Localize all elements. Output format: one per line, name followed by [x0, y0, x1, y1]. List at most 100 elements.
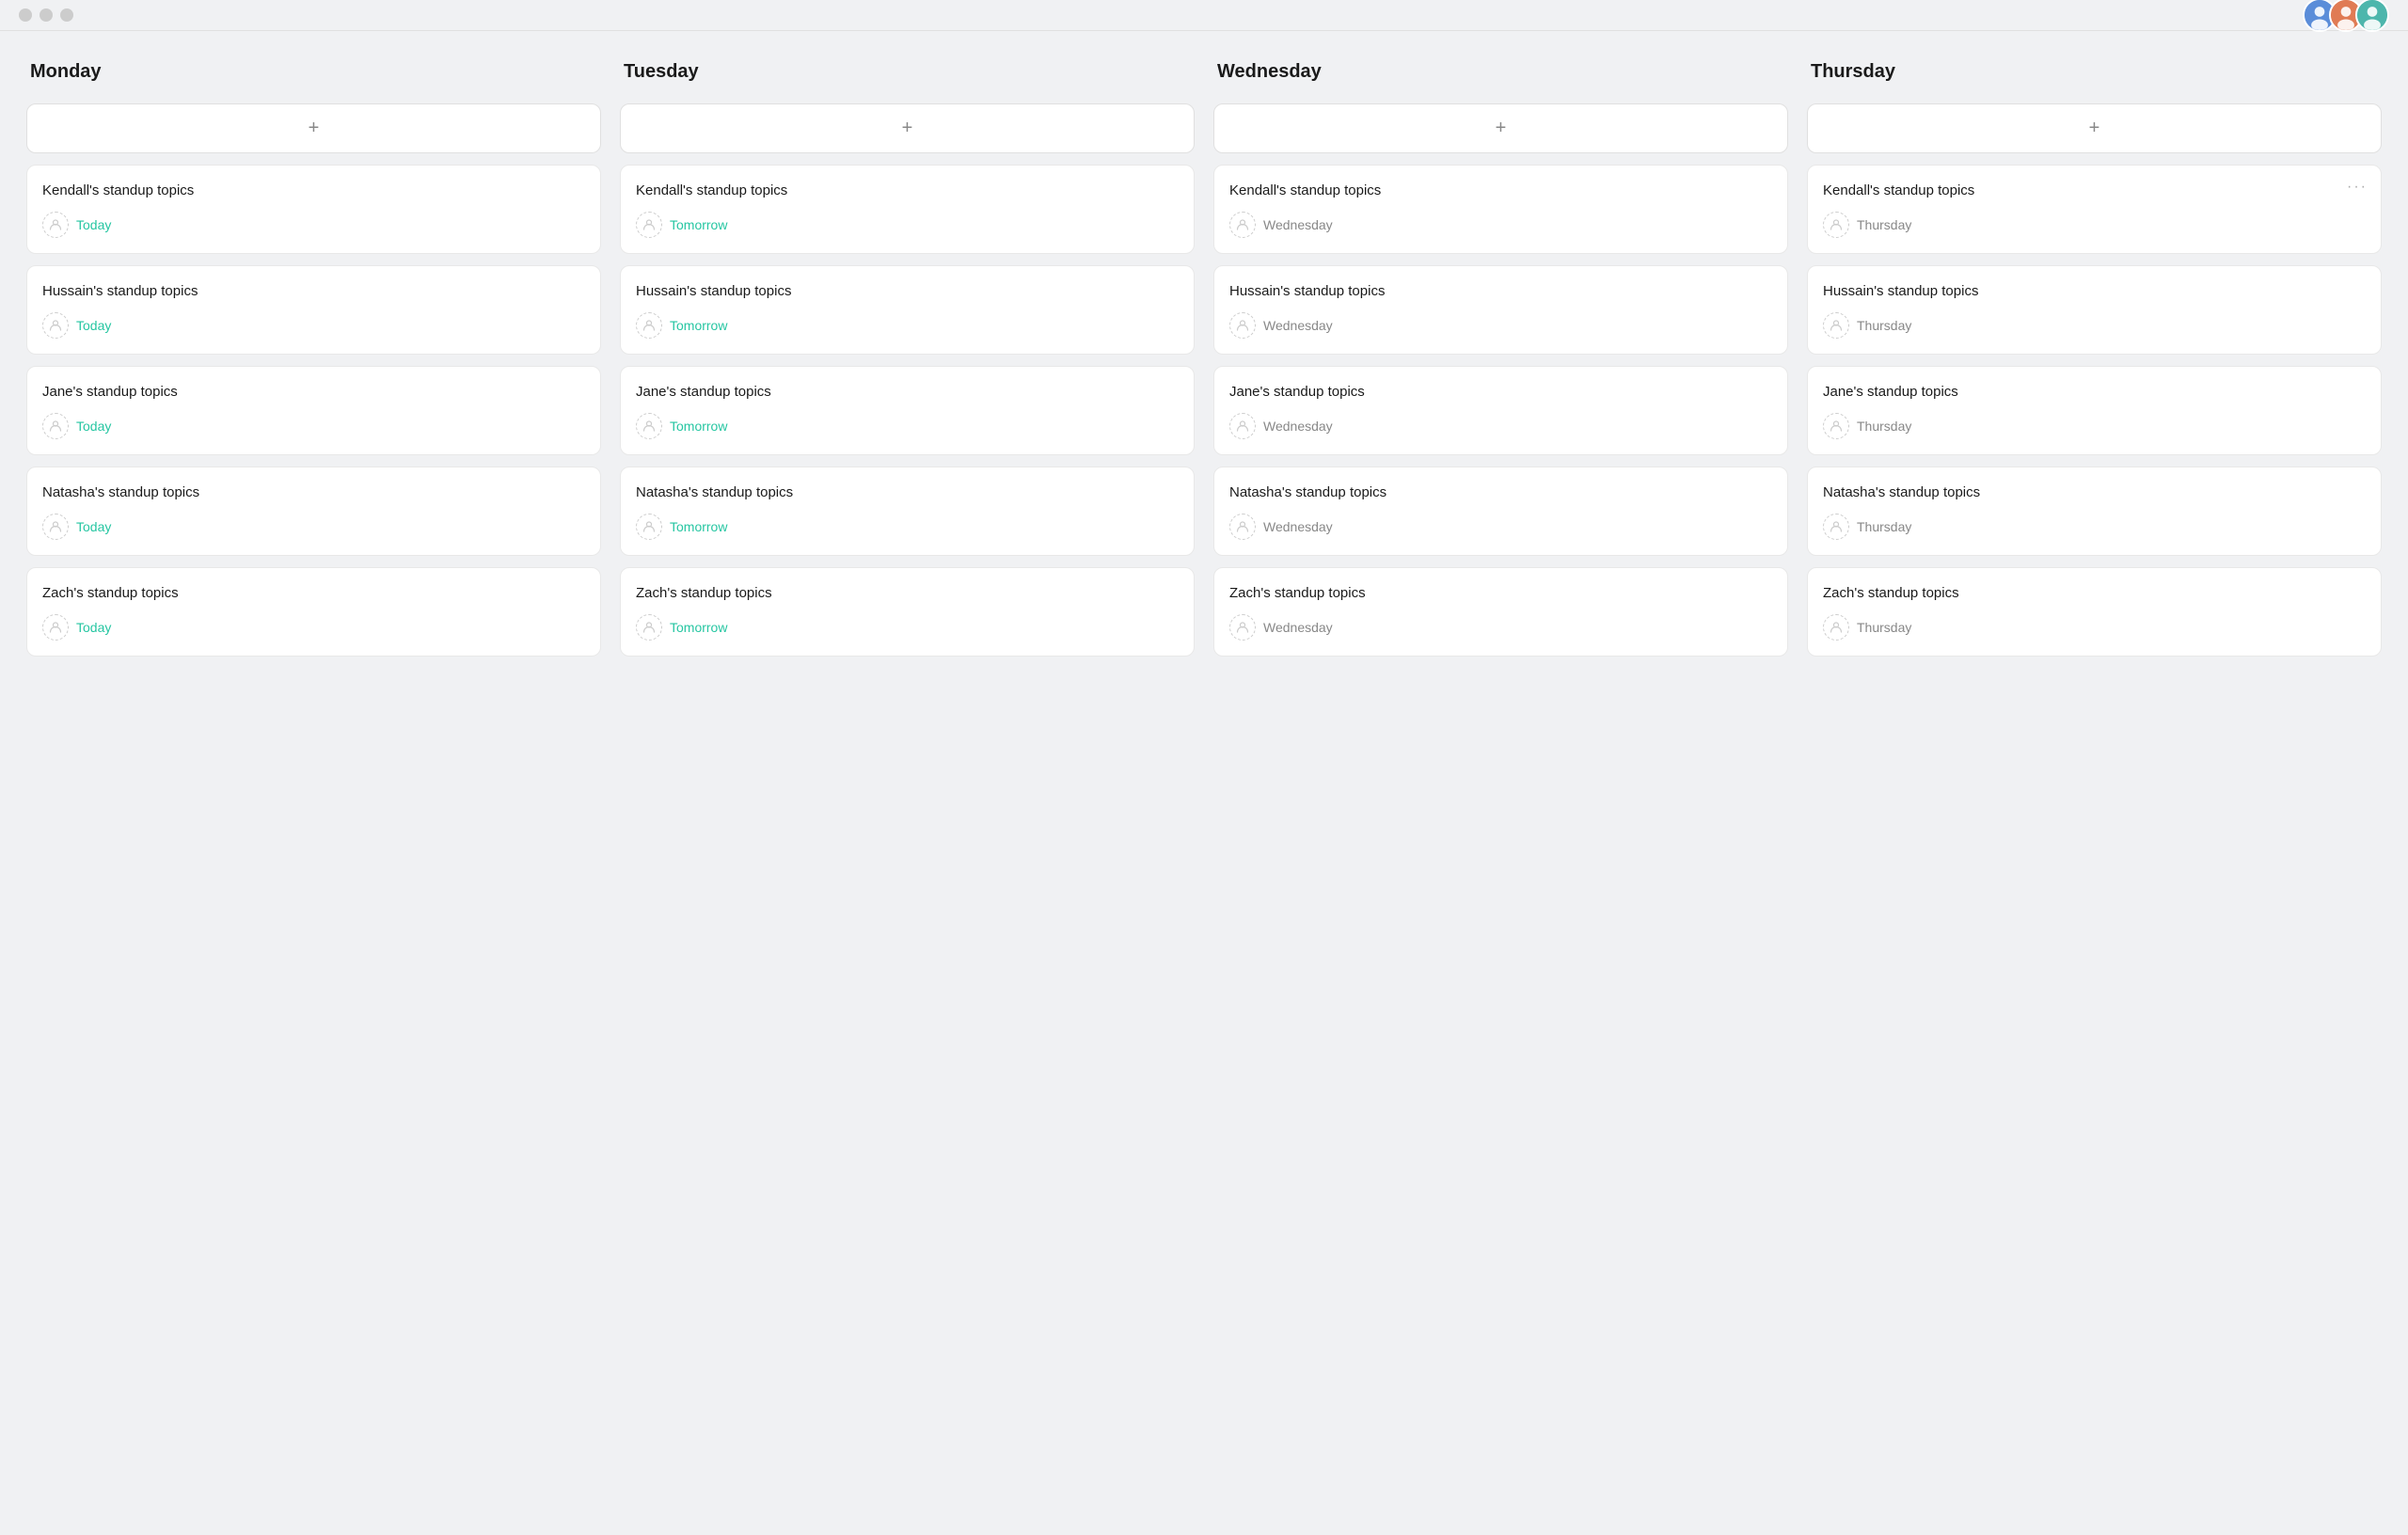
add-card-button-wednesday[interactable]: + — [1213, 103, 1788, 153]
card-meta-kendall-wednesday: Wednesday — [1229, 212, 1772, 238]
maximize-button[interactable] — [60, 8, 73, 22]
add-card-button-monday[interactable]: + — [26, 103, 601, 153]
card-date-zach-thursday: Thursday — [1857, 620, 1911, 635]
card-jane-monday[interactable]: Jane's standup topics Today — [26, 366, 601, 455]
card-title-jane-thursday: Jane's standup topics — [1823, 384, 2366, 400]
card-hussain-thursday[interactable]: Hussain's standup topics Thursday — [1807, 265, 2382, 355]
card-avatar-icon — [636, 413, 662, 439]
avatar-group — [2303, 0, 2389, 32]
card-title-natasha-wednesday: Natasha's standup topics — [1229, 484, 1772, 500]
card-avatar-icon — [1823, 614, 1849, 641]
card-kendall-thursday[interactable]: ···Kendall's standup topics Thursday — [1807, 165, 2382, 254]
column-wednesday: Wednesday + Kendall's standup topics Wedne… — [1213, 61, 1788, 657]
close-button[interactable] — [19, 8, 32, 22]
card-date-jane-wednesday: Wednesday — [1263, 419, 1333, 434]
card-date-zach-monday: Today — [76, 620, 111, 635]
card-title-natasha-tuesday: Natasha's standup topics — [636, 484, 1179, 500]
card-avatar-icon — [1823, 514, 1849, 540]
card-title-kendall-wednesday: Kendall's standup topics — [1229, 182, 1772, 198]
card-meta-hussain-tuesday: Tomorrow — [636, 312, 1179, 339]
card-title-hussain-wednesday: Hussain's standup topics — [1229, 283, 1772, 299]
title-bar — [0, 0, 2408, 31]
card-date-natasha-wednesday: Wednesday — [1263, 519, 1333, 534]
card-jane-tuesday[interactable]: Jane's standup topics Tomorrow — [620, 366, 1195, 455]
card-zach-wednesday[interactable]: Zach's standup topics Wednesday — [1213, 567, 1788, 657]
card-date-jane-monday: Today — [76, 419, 111, 434]
card-date-kendall-tuesday: Tomorrow — [670, 217, 727, 232]
card-avatar-icon — [42, 514, 69, 540]
card-kendall-wednesday[interactable]: Kendall's standup topics Wednesday — [1213, 165, 1788, 254]
card-zach-tuesday[interactable]: Zach's standup topics Tomorrow — [620, 567, 1195, 657]
main-content: Monday+Kendall's standup topics TodayHus… — [0, 31, 2408, 679]
card-meta-natasha-monday: Today — [42, 514, 585, 540]
card-avatar-icon — [1229, 413, 1256, 439]
card-kendall-tuesday[interactable]: Kendall's standup topics Tomorrow — [620, 165, 1195, 254]
card-title-jane-monday: Jane's standup topics — [42, 384, 585, 400]
card-avatar-icon — [636, 312, 662, 339]
card-natasha-tuesday[interactable]: Natasha's standup topics Tomorrow — [620, 467, 1195, 556]
card-avatar-icon — [1823, 413, 1849, 439]
card-title-natasha-thursday: Natasha's standup topics — [1823, 484, 2366, 500]
column-header-monday: Monday — [26, 61, 601, 92]
card-date-hussain-tuesday: Tomorrow — [670, 318, 727, 333]
card-meta-zach-thursday: Thursday — [1823, 614, 2366, 641]
column-tuesday: Tuesday+Kendall's standup topics Tomorro… — [620, 61, 1195, 657]
card-natasha-thursday[interactable]: Natasha's standup topics Thursday — [1807, 467, 2382, 556]
card-avatar-icon — [1229, 212, 1256, 238]
card-date-jane-thursday: Thursday — [1857, 419, 1911, 434]
card-meta-jane-monday: Today — [42, 413, 585, 439]
card-meta-kendall-monday: Today — [42, 212, 585, 238]
card-title-natasha-monday: Natasha's standup topics — [42, 484, 585, 500]
card-date-zach-tuesday: Tomorrow — [670, 620, 727, 635]
avatar-3[interactable] — [2355, 0, 2389, 32]
card-avatar-icon — [42, 413, 69, 439]
card-hussain-monday[interactable]: Hussain's standup topics Today — [26, 265, 601, 355]
card-meta-hussain-thursday: Thursday — [1823, 312, 2366, 339]
card-avatar-icon — [1823, 212, 1849, 238]
add-card-button-thursday[interactable]: + — [1807, 103, 2382, 153]
card-date-natasha-thursday: Thursday — [1857, 519, 1911, 534]
card-date-kendall-monday: Today — [76, 217, 111, 232]
board: Monday+Kendall's standup topics TodayHus… — [26, 61, 2382, 657]
card-zach-thursday[interactable]: Zach's standup topics Thursday — [1807, 567, 2382, 657]
card-hussain-tuesday[interactable]: Hussain's standup topics Tomorrow — [620, 265, 1195, 355]
card-meta-hussain-wednesday: Wednesday — [1229, 312, 1772, 339]
card-title-zach-monday: Zach's standup topics — [42, 585, 585, 601]
card-zach-monday[interactable]: Zach's standup topics Today — [26, 567, 601, 657]
card-natasha-wednesday[interactable]: Natasha's standup topics Wednesday — [1213, 467, 1788, 556]
card-date-hussain-thursday: Thursday — [1857, 318, 1911, 333]
card-jane-thursday[interactable]: Jane's standup topics Thursday — [1807, 366, 2382, 455]
card-meta-natasha-thursday: Thursday — [1823, 514, 2366, 540]
card-jane-wednesday[interactable]: Jane's standup topics Wednesday — [1213, 366, 1788, 455]
card-meta-jane-wednesday: Wednesday — [1229, 413, 1772, 439]
card-avatar-icon — [1229, 614, 1256, 641]
card-avatar-icon — [1229, 312, 1256, 339]
card-title-hussain-thursday: Hussain's standup topics — [1823, 283, 2366, 299]
card-title-jane-wednesday: Jane's standup topics — [1229, 384, 1772, 400]
card-title-zach-thursday: Zach's standup topics — [1823, 585, 2366, 601]
card-hussain-wednesday[interactable]: Hussain's standup topics Wednesday — [1213, 265, 1788, 355]
card-avatar-icon — [1229, 514, 1256, 540]
card-kendall-monday[interactable]: Kendall's standup topics Today — [26, 165, 601, 254]
card-meta-zach-wednesday: Wednesday — [1229, 614, 1772, 641]
minimize-button[interactable] — [40, 8, 53, 22]
card-title-kendall-monday: Kendall's standup topics — [42, 182, 585, 198]
add-card-button-tuesday[interactable]: + — [620, 103, 1195, 153]
card-menu-icon[interactable]: ··· — [2347, 179, 2368, 196]
column-header-wednesday: Wednesday — [1213, 61, 1788, 92]
card-title-hussain-monday: Hussain's standup topics — [42, 283, 585, 299]
card-title-kendall-thursday: Kendall's standup topics — [1823, 182, 2366, 198]
card-avatar-icon — [636, 614, 662, 641]
column-header-thursday: Thursday — [1807, 61, 2382, 92]
card-natasha-monday[interactable]: Natasha's standup topics Today — [26, 467, 601, 556]
card-meta-natasha-wednesday: Wednesday — [1229, 514, 1772, 540]
column-monday: Monday + Kendall's standup topics Today Hus… — [26, 61, 601, 657]
card-avatar-icon — [636, 212, 662, 238]
card-meta-kendall-thursday: Thursday — [1823, 212, 2366, 238]
card-meta-zach-monday: Today — [42, 614, 585, 641]
card-meta-natasha-tuesday: Tomorrow — [636, 514, 1179, 540]
card-title-zach-tuesday: Zach's standup topics — [636, 585, 1179, 601]
card-title-hussain-tuesday: Hussain's standup topics — [636, 283, 1179, 299]
card-avatar-icon — [1823, 312, 1849, 339]
card-meta-jane-thursday: Thursday — [1823, 413, 2366, 439]
